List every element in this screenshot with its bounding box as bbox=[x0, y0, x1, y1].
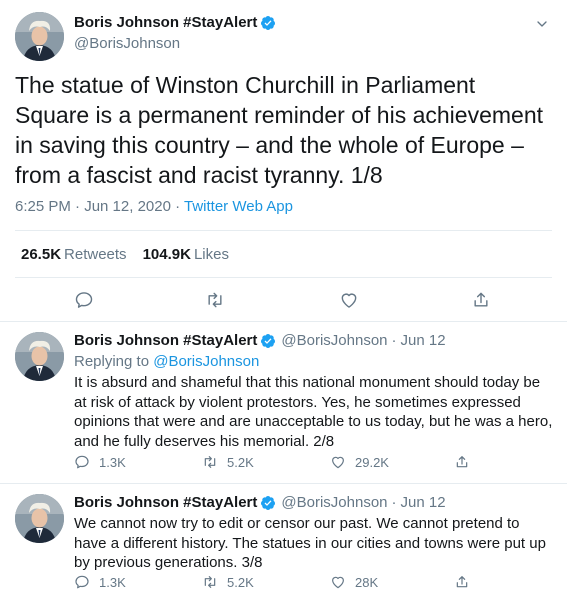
separator: · bbox=[391, 332, 397, 349]
heart-icon[interactable] bbox=[330, 454, 346, 470]
reply-count: 1.3K bbox=[99, 454, 126, 470]
handle[interactable]: @BorisJohnson bbox=[281, 494, 387, 511]
like-action[interactable]: 28K bbox=[330, 574, 378, 590]
comment-icon[interactable] bbox=[74, 454, 90, 470]
share-action[interactable] bbox=[454, 574, 470, 590]
share-action[interactable] bbox=[454, 454, 470, 470]
tweet-date[interactable]: Jun 12 bbox=[401, 332, 446, 349]
verified-badge-icon bbox=[260, 333, 276, 349]
reply-action[interactable]: 1.3K bbox=[74, 454, 126, 470]
heart-icon[interactable] bbox=[339, 290, 359, 310]
verified-badge-icon bbox=[260, 15, 276, 31]
avatar[interactable] bbox=[15, 332, 64, 381]
replying-to: Replying to @BorisJohnson bbox=[74, 353, 259, 370]
retweet-action[interactable]: 5.2K bbox=[202, 574, 254, 590]
retweets-label: Retweets bbox=[64, 245, 127, 263]
share-icon[interactable] bbox=[471, 290, 491, 310]
retweet-icon[interactable] bbox=[205, 290, 225, 310]
avatar[interactable] bbox=[15, 494, 64, 543]
display-name-text[interactable]: Boris Johnson #StayAlert bbox=[74, 14, 257, 31]
chevron-down-icon[interactable] bbox=[534, 16, 550, 32]
likes-label: Likes bbox=[193, 245, 229, 263]
like-count: 29.2K bbox=[355, 454, 389, 470]
tweet-actions: 1.3K 5.2K 29.2K bbox=[74, 454, 554, 474]
replying-to-link[interactable]: @BorisJohnson bbox=[153, 353, 259, 370]
tweet-actions: 1.3K 5.2K 28K bbox=[74, 574, 554, 594]
replying-to-label: Replying to bbox=[74, 353, 154, 370]
likes-count: 104.9K bbox=[142, 245, 191, 263]
likes-stat[interactable]: 104.9K Likes bbox=[143, 246, 229, 263]
like-action[interactable]: 29.2K bbox=[330, 454, 389, 470]
retweet-count: 5.2K bbox=[227, 574, 254, 590]
tweet-source-link[interactable]: Twitter Web App bbox=[184, 198, 293, 215]
display-name[interactable]: Boris Johnson #StayAlert bbox=[74, 494, 257, 511]
like-count: 28K bbox=[355, 574, 379, 590]
retweet-count: 5.2K bbox=[227, 454, 254, 470]
tweet-time[interactable]: 6:25 PM · Jun 12, 2020 · bbox=[15, 198, 184, 215]
retweets-stat[interactable]: 26.5K Retweets bbox=[21, 246, 127, 263]
retweet-icon[interactable] bbox=[202, 574, 218, 590]
tweet-actions bbox=[0, 286, 567, 314]
tweet-header: Boris Johnson #StayAlert @BorisJohnson ·… bbox=[74, 332, 446, 349]
avatar[interactable] bbox=[15, 12, 64, 61]
heart-icon[interactable] bbox=[330, 574, 346, 590]
separator: · bbox=[391, 494, 397, 511]
reply-action[interactable]: 1.3K bbox=[74, 574, 126, 590]
tweet-text: We cannot now try to edit or censor our … bbox=[74, 515, 546, 571]
verified-badge-icon bbox=[260, 495, 276, 511]
handle[interactable]: @BorisJohnson bbox=[281, 332, 387, 349]
share-icon[interactable] bbox=[454, 574, 470, 590]
tweet-text: The statue of Winston Churchill in Parli… bbox=[15, 72, 544, 188]
retweets-count: 26.5K bbox=[21, 245, 62, 263]
display-name[interactable]: Boris Johnson #StayAlert bbox=[74, 332, 257, 349]
display-name[interactable]: Boris Johnson #StayAlert bbox=[74, 14, 276, 31]
comment-icon[interactable] bbox=[74, 574, 90, 590]
tweet-stats: 26.5K Retweets 104.9K Likes bbox=[15, 230, 552, 278]
retweet-action[interactable]: 5.2K bbox=[202, 454, 254, 470]
tweet-timestamp: 6:25 PM · Jun 12, 2020 · Twitter Web App bbox=[15, 198, 293, 215]
comment-icon[interactable] bbox=[74, 290, 94, 310]
handle[interactable]: @BorisJohnson bbox=[74, 35, 180, 52]
thread-tweet[interactable]: Boris Johnson #StayAlert @BorisJohnson ·… bbox=[0, 484, 567, 601]
thread-tweet[interactable]: Boris Johnson #StayAlert @BorisJohnson ·… bbox=[0, 322, 567, 484]
main-tweet: Boris Johnson #StayAlert @BorisJohnson T… bbox=[0, 0, 567, 322]
share-icon[interactable] bbox=[454, 454, 470, 470]
reply-count: 1.3K bbox=[99, 574, 126, 590]
tweet-date[interactable]: Jun 12 bbox=[401, 494, 446, 511]
retweet-icon[interactable] bbox=[202, 454, 218, 470]
tweet-header: Boris Johnson #StayAlert @BorisJohnson ·… bbox=[74, 494, 446, 511]
tweet-text: It is absurd and shameful that this nati… bbox=[74, 374, 553, 450]
